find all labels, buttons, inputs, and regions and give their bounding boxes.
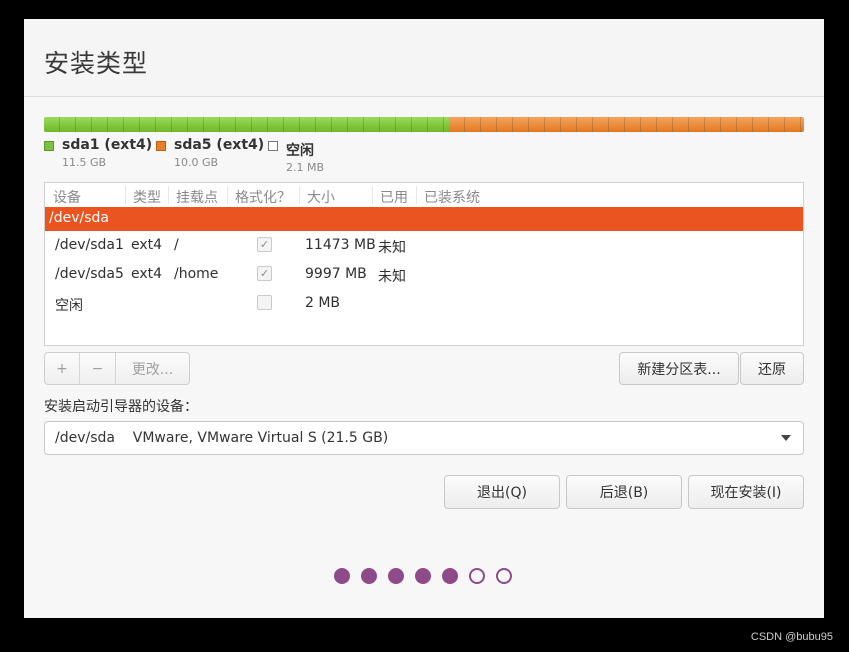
column-header-used[interactable]: 已用	[380, 187, 408, 207]
install-now-button[interactable]: 现在安装(I)	[688, 475, 804, 509]
chevron-down-icon	[781, 435, 791, 441]
format-checkbox[interactable]: ✓	[257, 237, 272, 252]
progress-dot	[361, 568, 377, 584]
table-row-disk[interactable]: /dev/sda	[45, 207, 803, 231]
cell-mount: /home	[174, 266, 219, 282]
cell-used: 未知	[378, 269, 406, 285]
remove-partition-button[interactable]: −	[80, 353, 116, 384]
progress-dot	[415, 568, 431, 584]
partition-edit-buttons: + − 更改...	[44, 352, 190, 385]
revert-button[interactable]: 还原	[740, 352, 804, 385]
header: 安装类型	[24, 19, 824, 97]
column-header-type[interactable]: 类型	[133, 187, 161, 207]
cell-type: ext4	[131, 237, 163, 253]
table-row[interactable]: /dev/sda5 ext4 /home ✓ 9997 MB 未知	[45, 260, 803, 289]
legend-size: 11.5 GB	[62, 156, 107, 169]
new-partition-table-button[interactable]: 新建分区表...	[619, 352, 739, 385]
progress-dot	[469, 568, 485, 584]
back-button[interactable]: 后退(B)	[566, 475, 682, 509]
legend-swatch-sda1	[44, 141, 54, 151]
cell-size: 2 MB	[305, 295, 341, 311]
installer-window: 安装类型 sda1 (ext4) 11.5 GB sda5 (ext4) 10.…	[24, 19, 824, 618]
cell-mount: /	[174, 237, 179, 253]
progress-dot	[388, 568, 404, 584]
cell-device: /dev/sda1	[55, 237, 124, 253]
bootloader-device-select[interactable]: /dev/sda VMware, VMware Virtual S (21.5 …	[44, 421, 804, 455]
quit-button[interactable]: 退出(Q)	[444, 475, 560, 509]
cell-device: 空闲	[55, 298, 83, 314]
cell-size: 11473 MB	[305, 237, 376, 253]
legend-name: sda5 (ext4)	[174, 137, 265, 153]
format-checkbox[interactable]	[257, 295, 272, 310]
legend-swatch-sda5	[156, 141, 166, 151]
cell-device: /dev/sda5	[55, 266, 124, 282]
table-header: 设备 类型 挂载点 格式化？ 大小 已用 已装系统	[45, 183, 803, 207]
partition-bar-sda1	[44, 117, 449, 132]
change-partition-button[interactable]: 更改...	[116, 353, 189, 384]
progress-dot	[334, 568, 350, 584]
bootloader-device-value: /dev/sda VMware, VMware Virtual S (21.5 …	[55, 430, 389, 446]
legend-swatch-free	[268, 141, 278, 151]
column-header-device[interactable]: 设备	[53, 187, 81, 207]
add-partition-button[interactable]: +	[45, 353, 80, 384]
column-header-format[interactable]: 格式化？	[235, 187, 291, 207]
partition-bar-sda5	[449, 117, 804, 132]
table-row[interactable]: /dev/sda1 ext4 / ✓ 11473 MB 未知	[45, 231, 803, 260]
cell-used: 未知	[378, 240, 406, 256]
partition-table[interactable]: 设备 类型 挂载点 格式化？ 大小 已用 已装系统 /dev/sda /dev/…	[44, 182, 804, 346]
progress-dot	[496, 568, 512, 584]
legend-name: sda1 (ext4)	[62, 137, 153, 153]
cell-size: 9997 MB	[305, 266, 367, 282]
legend-size: 2.1 MB	[286, 161, 325, 174]
legend-size: 10.0 GB	[174, 156, 219, 169]
page-title: 安装类型	[44, 49, 149, 78]
partition-bar	[44, 117, 804, 132]
column-header-size[interactable]: 大小	[307, 187, 335, 207]
table-row[interactable]: 空闲 2 MB	[45, 289, 803, 318]
progress-dot	[442, 568, 458, 584]
column-header-installed-os[interactable]: 已装系统	[424, 187, 480, 207]
cell-type: ext4	[131, 266, 163, 282]
bootloader-label: 安装启动引导器的设备：	[44, 399, 198, 415]
column-header-mount[interactable]: 挂载点	[176, 187, 218, 207]
watermark: CSDN @bubu95	[750, 631, 833, 643]
progress-dots	[334, 568, 512, 584]
disk-device: /dev/sda	[49, 210, 109, 226]
legend-name: 空闲	[286, 143, 314, 159]
format-checkbox[interactable]: ✓	[257, 266, 272, 281]
